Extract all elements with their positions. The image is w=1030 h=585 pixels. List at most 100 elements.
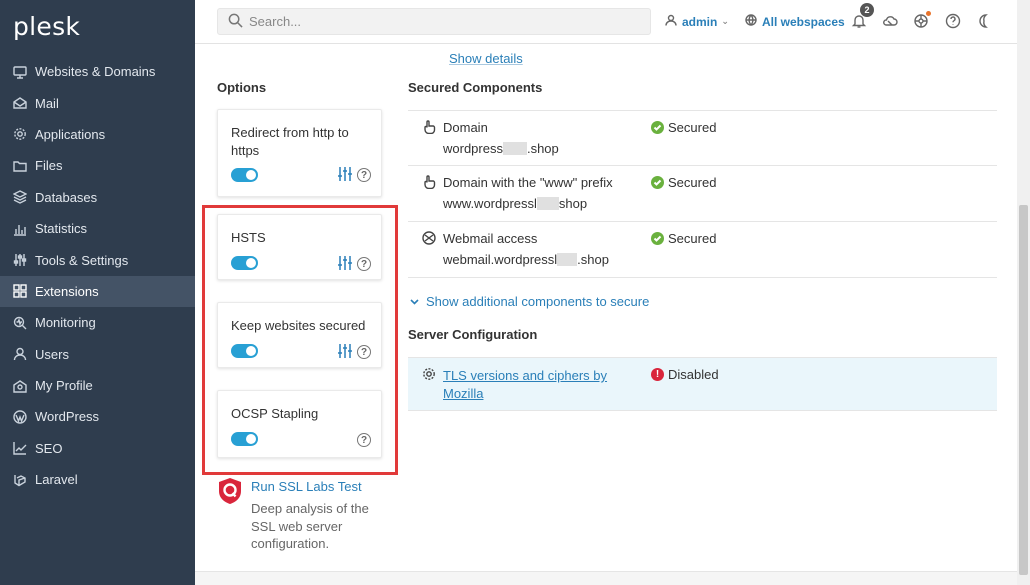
- component-row-www: Domain with the "www" prefix www.wordpre…: [408, 166, 997, 222]
- search-input[interactable]: [249, 14, 629, 29]
- settings-sliders-icon[interactable]: [337, 166, 353, 182]
- gear-icon: [422, 367, 436, 381]
- status-secured: Secured: [651, 231, 716, 246]
- sidebar-item-monitoring[interactable]: Monitoring: [0, 307, 195, 338]
- sidebar-item-extensions[interactable]: Extensions: [0, 275, 195, 308]
- sidebar-item-label: Tools & Settings: [35, 252, 129, 268]
- sidebar-item-label: Extensions: [35, 283, 99, 299]
- search-icon: [228, 13, 243, 31]
- globe-icon: [745, 14, 762, 29]
- update-dot: [926, 11, 931, 16]
- footer: [195, 571, 1017, 585]
- status-disabled: ! Disabled: [651, 367, 719, 382]
- sidebar-item-label: SEO: [35, 440, 63, 456]
- server-config-row-tls: TLS versions and ciphers by Mozilla ! Dis…: [408, 357, 997, 411]
- sidebar-item-my-profile[interactable]: My Profile: [0, 370, 195, 401]
- user-name: admin: [682, 14, 718, 29]
- check-circle-icon: [651, 232, 664, 245]
- database-icon: [13, 190, 27, 205]
- tls-versions-link[interactable]: TLS versions and ciphers by Mozilla: [443, 367, 623, 403]
- component-row-domain: Domain wordpress .shop Secured: [408, 110, 997, 166]
- sidebar-item-wordpress[interactable]: WordPress: [0, 401, 195, 432]
- error-circle-icon: !: [651, 368, 664, 381]
- sidebar-item-label: Laravel: [35, 472, 78, 488]
- folder-icon: [13, 159, 27, 173]
- option-label: Redirect from http to https: [231, 125, 349, 158]
- sidebar-item-label: Statistics: [35, 221, 88, 237]
- help-icon[interactable]: [944, 12, 962, 30]
- user-icon: [665, 14, 682, 29]
- main-content: Show details Options Secured Components …: [195, 44, 1017, 571]
- webspaces-label: All webspaces: [762, 14, 845, 29]
- bar-chart-icon: [13, 222, 27, 236]
- sidebar-item-label: My Profile: [35, 378, 93, 394]
- sidebar-item-tools-settings[interactable]: Tools & Settings: [0, 244, 195, 275]
- secured-components-title: Secured Components: [408, 80, 543, 95]
- dark-mode-icon[interactable]: [975, 12, 993, 30]
- sidebar-item-label: Files: [35, 158, 63, 174]
- status-secured: Secured: [651, 175, 716, 190]
- seo-icon: [13, 441, 27, 456]
- component-value: webmail.wordpressl .shop: [443, 252, 609, 267]
- options-title: Options: [217, 80, 267, 95]
- sidebar-item-label: Monitoring: [35, 315, 96, 331]
- server-configuration-title: Server Configuration: [408, 327, 538, 342]
- sidebar-item-label: Mail: [35, 95, 59, 111]
- notification-badge: 2: [860, 3, 874, 17]
- option-card-redirect: Redirect from http to https ?: [217, 109, 382, 197]
- plesk-logo[interactable]: plesk: [13, 12, 80, 41]
- profile-icon: [13, 379, 27, 393]
- chevron-down-icon: [410, 294, 426, 309]
- sidebar-item-mail[interactable]: Mail: [0, 87, 195, 118]
- chevron-down-icon: ⌄: [721, 16, 729, 26]
- show-additional-components-link[interactable]: Show additional components to secure: [410, 294, 649, 309]
- sidebar-item-label: Applications: [35, 126, 106, 142]
- sidebar-item-label: Users: [35, 346, 69, 362]
- check-circle-icon: [651, 121, 664, 134]
- sidebar-item-websites-domains[interactable]: Websites & Domains: [0, 56, 195, 87]
- scrollbar-thumb[interactable]: [1019, 205, 1028, 575]
- user-icon: [13, 347, 27, 361]
- sidebar-item-label: Websites & Domains: [35, 64, 156, 80]
- sidebar-item-statistics[interactable]: Statistics: [0, 213, 195, 244]
- run-ssl-labs-test-link[interactable]: Run SSL Labs Test: [251, 479, 362, 494]
- webmail-globe-icon: [422, 231, 436, 245]
- hand-pointer-icon: [422, 120, 436, 135]
- sidebar-item-databases[interactable]: Databases: [0, 182, 195, 213]
- ssl-labs-description: Deep analysis of the SSL web server conf…: [251, 501, 369, 551]
- laravel-icon: [13, 473, 27, 487]
- component-row-webmail: Webmail access webmail.wordpressl .shop S…: [408, 222, 997, 278]
- component-value: wordpress .shop: [443, 141, 559, 156]
- sidebar-item-label: Databases: [35, 189, 98, 205]
- sidebar-item-users[interactable]: Users: [0, 339, 195, 370]
- extensions-icon: [13, 284, 27, 299]
- sidebar-item-label: WordPress: [35, 409, 100, 425]
- search-box[interactable]: [217, 8, 651, 35]
- sliders-icon: [13, 253, 27, 267]
- highlight-box: [202, 205, 398, 475]
- help-icon[interactable]: ?: [357, 168, 371, 182]
- component-value: www.wordpressl shop: [443, 196, 588, 211]
- sidebar: plesk Websites & Domains Mail Applicatio…: [0, 0, 195, 585]
- gear-icon: [13, 127, 27, 141]
- webspaces-selector[interactable]: All webspaces: [745, 14, 845, 29]
- mail-icon: [13, 96, 27, 110]
- user-menu[interactable]: admin ⌄: [665, 14, 729, 29]
- component-name: Domain with the "www" prefix: [443, 175, 613, 190]
- cloud-icon[interactable]: [881, 12, 899, 30]
- status-secured: Secured: [651, 120, 716, 135]
- sidebar-item-applications[interactable]: Applications: [0, 119, 195, 150]
- topbar: admin ⌄ All webspaces 2: [195, 0, 1017, 44]
- show-details-link[interactable]: Show details: [449, 51, 523, 66]
- sidebar-item-seo[interactable]: SEO: [0, 433, 195, 464]
- component-name: Domain: [443, 120, 488, 135]
- monitor-icon: [13, 65, 27, 79]
- sidebar-nav: Websites & Domains Mail Applications Fil…: [0, 56, 195, 495]
- redirect-toggle[interactable]: [231, 168, 258, 182]
- ssl-labs-logo-icon: [217, 477, 243, 505]
- monitoring-icon: [13, 316, 27, 330]
- sidebar-item-laravel[interactable]: Laravel: [0, 464, 195, 495]
- check-circle-icon: [651, 176, 664, 189]
- component-name: Webmail access: [443, 231, 538, 246]
- sidebar-item-files[interactable]: Files: [0, 150, 195, 181]
